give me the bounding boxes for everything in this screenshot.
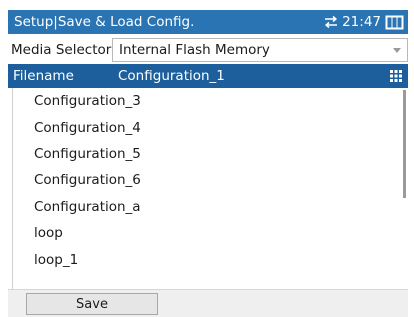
media-selector-dropdown[interactable]: Internal Flash Memory [112,38,408,62]
media-selector-label: Media Selector [11,42,112,58]
network-transfer-icon [323,15,339,29]
list-item[interactable]: Configuration_5 [13,141,408,167]
media-selector-value: Internal Flash Memory [119,42,270,58]
list-item[interactable]: Configuration_6 [13,167,408,193]
filename-field[interactable]: Filename Configuration_1 [8,64,408,88]
filename-value[interactable]: Configuration_1 [118,68,390,84]
screen: Setup|Save & Load Config. 21:47 Media Se… [0,0,414,317]
list-item-partial[interactable] [13,273,408,287]
clock: 21:47 [342,14,381,30]
media-selector-row: Media Selector Internal Flash Memory [8,37,408,63]
list-item[interactable]: loop [13,220,408,246]
title-bar: Setup|Save & Load Config. 21:47 [8,10,408,34]
keypad-icon[interactable] [390,70,402,82]
list-item[interactable]: Configuration_4 [13,114,408,140]
list-item[interactable]: loop_1 [13,246,408,272]
filename-label: Filename [13,68,74,84]
list-item[interactable]: Configuration_a [13,194,408,220]
list-scrollbar[interactable] [403,90,406,198]
page-title: Setup|Save & Load Config. [14,14,195,30]
chevron-down-icon [393,48,401,53]
save-button[interactable]: Save [26,293,158,315]
bottom-toolbar: Save [8,289,408,317]
battery-icon [385,15,404,30]
list-item[interactable]: Configuration_3 [13,88,408,114]
file-list[interactable]: Configuration_3 Configuration_4 Configur… [12,88,408,289]
